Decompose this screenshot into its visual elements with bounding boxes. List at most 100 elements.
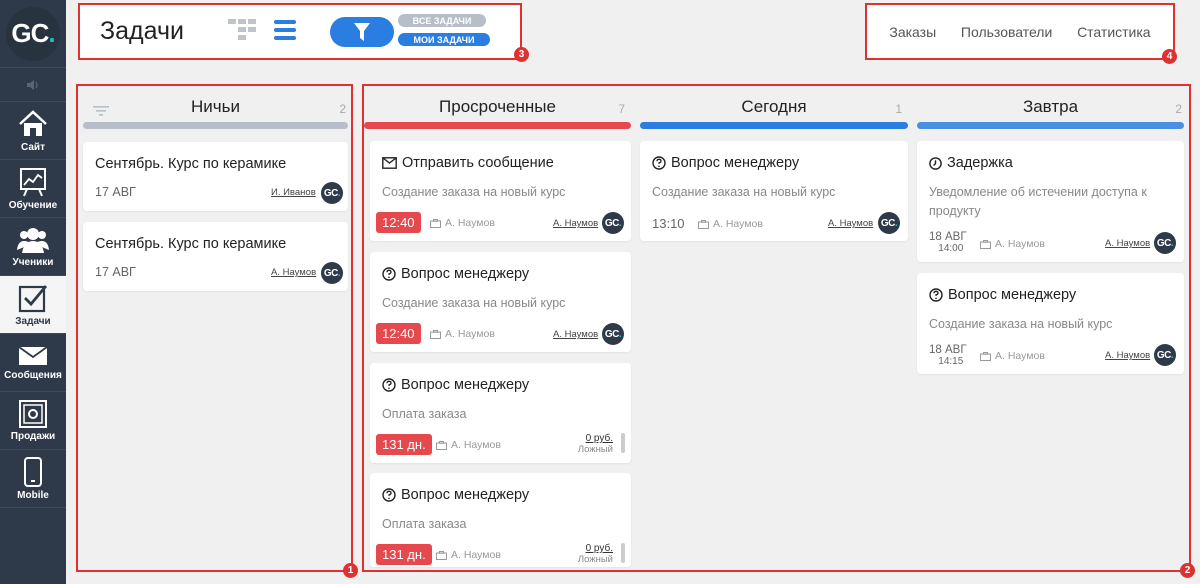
column-bar — [640, 122, 908, 129]
page-title: Задачи — [100, 17, 184, 45]
logo[interactable]: GC. — [6, 6, 60, 61]
card-subtitle: Создание заказа на новый курс — [382, 185, 566, 199]
page-header: Задачи ВСЕ ЗАДАЧИ МОИ ЗАДАЧИ — [78, 3, 522, 60]
card-title: Вопрос менеджеру — [382, 266, 529, 282]
user-link[interactable]: А. Наумов — [271, 267, 316, 278]
phone-icon — [24, 456, 42, 487]
briefcase-icon — [430, 218, 441, 228]
overdue-time-badge: 131 дн. — [376, 544, 432, 565]
grid-view-icon[interactable] — [228, 19, 258, 48]
assignee: А. Наумов — [430, 328, 495, 340]
scroll-handle[interactable] — [621, 543, 625, 563]
users-icon — [17, 227, 49, 253]
card-subtitle: Создание заказа на новый курс — [652, 185, 836, 199]
card-title: Сентябрь. Курс по керамике — [95, 236, 287, 252]
sidebar-item-tasks[interactable]: Задачи — [0, 276, 66, 334]
user-link[interactable]: А. Наумов — [553, 329, 598, 340]
avatar: GC. — [602, 212, 624, 234]
card-date: 17 АВГ — [95, 185, 136, 199]
sidebar-item-label: Продажи — [10, 430, 56, 442]
overdue-time-badge: 12:40 — [376, 212, 421, 233]
annotation-marker: 3 — [514, 47, 529, 62]
sidebar-item-students[interactable]: Ученики — [0, 218, 66, 276]
sidebar-item-label: Сайт — [21, 141, 45, 153]
speaker-icon[interactable] — [0, 68, 66, 102]
card-time: 13:10 — [652, 216, 685, 231]
safe-icon — [19, 399, 47, 428]
card-subtitle: Уведомление об истечении доступа к проду… — [929, 185, 1147, 218]
overdue-time-badge: 12:40 — [376, 323, 421, 344]
task-card[interactable]: Вопрос менеджеру Создание заказа на новы… — [370, 252, 631, 352]
sidebar-item-sales[interactable]: Продажи — [0, 392, 66, 450]
briefcase-icon — [980, 239, 991, 249]
card-title: Вопрос менеджеру — [382, 377, 529, 393]
overdue-time-badge: 131 дн. — [376, 434, 432, 455]
card-title: Задержка — [929, 155, 1013, 171]
column-title: Просроченные — [439, 97, 556, 116]
column-bar — [917, 122, 1184, 129]
sidebar-item-learning[interactable]: Обучение — [0, 160, 66, 218]
assignee: А. Наумов — [436, 549, 501, 561]
column-count: 2 — [1175, 102, 1182, 116]
user-link[interactable]: А. Наумов — [553, 218, 598, 229]
column-count: 7 — [618, 102, 625, 116]
sidebar-item-mobile[interactable]: Mobile — [0, 450, 66, 508]
briefcase-icon — [430, 329, 441, 339]
question-circle-icon — [652, 156, 666, 170]
column-title: Ничьи — [191, 97, 240, 116]
column-count: 2 — [339, 102, 346, 116]
filter-button[interactable] — [330, 17, 394, 47]
sidebar-item-site[interactable]: Сайт — [0, 102, 66, 160]
chart-board-icon — [20, 167, 46, 196]
task-card[interactable]: Вопрос менеджеру Создание заказа на новы… — [917, 273, 1184, 374]
task-card[interactable]: Вопрос менеджеру Создание заказа на новы… — [640, 141, 908, 241]
card-subtitle: Создание заказа на новый курс — [929, 317, 1113, 331]
card-title: Отправить сообщение — [382, 155, 554, 171]
nav-link-users[interactable]: Пользователи — [961, 24, 1052, 40]
all-tasks-toggle[interactable]: ВСЕ ЗАДАЧИ — [398, 14, 486, 27]
task-card[interactable]: Сентябрь. Курс по керамике 17 АВГ А. Нау… — [83, 222, 348, 291]
user-link[interactable]: А. Наумов — [1105, 238, 1150, 249]
card-subtitle: Оплата заказа — [382, 517, 467, 531]
filter-icon — [354, 23, 370, 41]
column-count: 1 — [895, 102, 902, 116]
list-view-icon[interactable] — [274, 19, 296, 46]
user-link[interactable]: А. Наумов — [1105, 350, 1150, 361]
avatar: GC. — [602, 323, 624, 345]
annotation-marker: 4 — [1162, 49, 1177, 64]
sidebar-item-label: Задачи — [15, 315, 51, 327]
nav-link-statistics[interactable]: Статистика — [1077, 24, 1151, 40]
task-card[interactable]: Вопрос менеджеру Оплата заказа 131 дн. А… — [370, 473, 631, 567]
sidebar-item-messages[interactable]: Сообщения — [0, 334, 66, 392]
column-bar — [364, 122, 631, 129]
top-nav: Заказы Пользователи Статистика — [865, 3, 1175, 60]
task-card[interactable]: Отправить сообщение Создание заказа на н… — [370, 141, 631, 241]
user-link[interactable]: И. Иванов — [271, 187, 316, 198]
user-link[interactable]: А. Наумов — [828, 218, 873, 229]
sidebar: GC. Сайт Обучение Ученики Задачи Сообщен… — [0, 0, 66, 584]
card-title: Вопрос менеджеру — [382, 487, 529, 503]
avatar: GC. — [1154, 344, 1176, 366]
column-bar — [83, 122, 348, 129]
sidebar-item-label: Ученики — [12, 256, 54, 268]
scroll-handle[interactable] — [621, 433, 625, 453]
my-tasks-toggle[interactable]: МОИ ЗАДАЧИ — [398, 33, 490, 46]
task-card[interactable]: Вопрос менеджеру Оплата заказа 131 дн. А… — [370, 363, 631, 463]
order-amount[interactable]: 0 руб. Ложный — [578, 543, 613, 565]
assignee: А. Наумов — [980, 238, 1045, 250]
task-card[interactable]: Сентябрь. Курс по керамике 17 АВГ И. Ива… — [83, 142, 348, 211]
avatar: GC. — [321, 182, 343, 204]
avatar: GC. — [878, 212, 900, 234]
logo-area: GC. — [0, 0, 66, 68]
card-date-time: 18 АВГ 14:15 — [929, 344, 967, 367]
briefcase-icon — [698, 219, 709, 229]
house-icon — [19, 109, 47, 136]
sidebar-item-label: Сообщения — [4, 369, 62, 381]
question-circle-icon — [382, 267, 396, 281]
task-card[interactable]: Задержка Уведомление об истечении доступ… — [917, 141, 1184, 262]
nav-link-orders[interactable]: Заказы — [889, 24, 936, 40]
order-amount[interactable]: 0 руб. Ложный — [578, 433, 613, 455]
card-subtitle: Оплата заказа — [382, 407, 467, 421]
assignee: А. Наумов — [980, 350, 1045, 362]
sidebar-item-label: Обучение — [8, 199, 58, 211]
